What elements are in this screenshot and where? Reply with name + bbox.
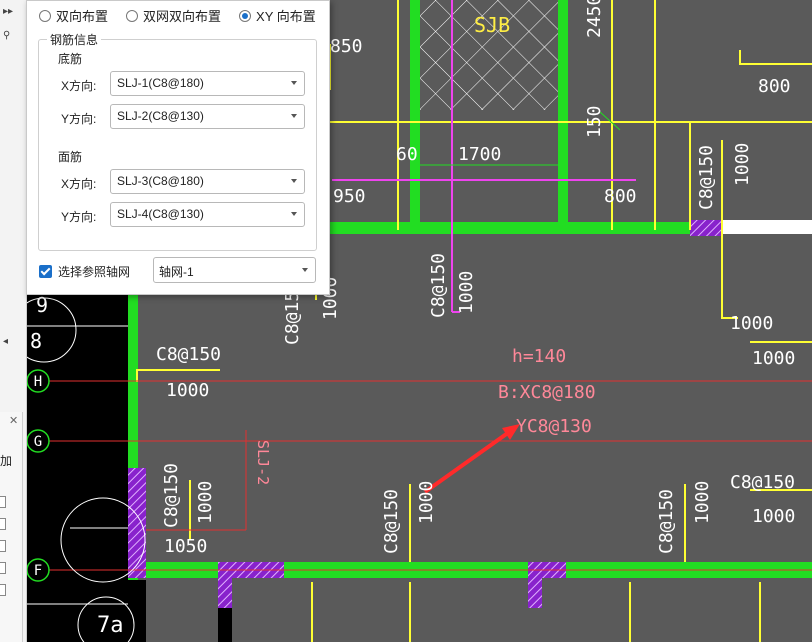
bottom-y-label: Y方向:: [61, 112, 97, 126]
rebar-rotated-label: SLJ-2: [254, 440, 272, 485]
rebar-c8150-h: C8@150: [381, 489, 402, 554]
dim-1000-a: 1000: [732, 143, 753, 186]
dim-950: 950: [333, 186, 366, 207]
rebar-info-group: 钢筋信息 底筋 X方向: SLJ-1(C8@180) Y方向: SLJ-2(C8…: [38, 31, 317, 251]
top-x-select[interactable]: SLJ-3(C8@180): [110, 169, 305, 194]
axis-ref-checkbox[interactable]: 选择参照轴网: [39, 263, 130, 280]
dropdown-arrow-icon: [302, 268, 308, 272]
dropdown-arrow-icon: [291, 81, 297, 85]
radio-double-net[interactable]: 双网双向布置: [126, 6, 221, 25]
svg-text:H: H: [34, 374, 42, 390]
bottom-x-value: SLJ-1(C8@180): [117, 76, 204, 90]
radio-xy[interactable]: XY 向布置: [239, 6, 316, 25]
svg-text:G: G: [34, 434, 42, 450]
list-checkbox[interactable]: [0, 496, 6, 508]
axis-number-7a: 7a: [97, 613, 124, 638]
search-icon[interactable]: ⚲: [3, 30, 10, 41]
top-rebar-label: 面筋: [58, 150, 83, 164]
wall-white-seg: [722, 220, 812, 234]
slab-bottom-x: B:XC8@180: [498, 382, 596, 403]
room-label-sjb: SJB: [474, 13, 510, 37]
slab-rebar-dialog: 双向布置 双网双向布置 XY 向布置 钢筋信息 底筋 X方向: SLJ-1(C8…: [26, 0, 330, 295]
dropdown-arrow-icon: [291, 212, 297, 216]
rebar-c8150-b: C8@150: [428, 253, 449, 318]
dim-2450: 2450: [584, 0, 605, 38]
radio-double-net-label: 双网双向布置: [143, 9, 222, 24]
svg-text:F: F: [34, 563, 42, 579]
radio-selected-icon: [239, 9, 252, 22]
bottom-x-select[interactable]: SLJ-1(C8@180): [110, 71, 305, 96]
slab-region-lower: [146, 580, 812, 642]
dim-1000-e: 1000: [166, 380, 209, 401]
dim-800: 800: [604, 186, 637, 207]
top-x-label: X方向:: [61, 177, 97, 191]
axis-bubble-G: G: [26, 429, 50, 453]
axis-grid-select[interactable]: 轴网-1: [153, 257, 316, 283]
radio-two-way-label: 双向布置: [56, 9, 109, 24]
slab-bottom-y: YC8@130: [516, 416, 592, 437]
bottom-rebar-label: 底筋: [58, 52, 83, 66]
dim-1700: 1700: [458, 144, 501, 165]
top-y-value: SLJ-4(C8@130): [117, 207, 204, 221]
radio-xy-label: XY 向布置: [256, 9, 316, 24]
rebar-c8150-e: C8@150: [156, 344, 221, 365]
slab-thickness: h=140: [512, 346, 566, 367]
dropdown-arrow-icon: [291, 179, 297, 183]
radio-two-way[interactable]: 双向布置: [39, 6, 108, 25]
dim-150: 150: [584, 105, 605, 138]
dim-1000-d: 1000: [752, 348, 795, 369]
dim-800-top: 800: [758, 76, 791, 97]
top-x-value: SLJ-3(C8@180): [117, 174, 204, 188]
dropdown-arrow-icon: [291, 114, 297, 118]
top-y-label: Y方向:: [61, 210, 97, 224]
close-icon[interactable]: ✕: [9, 414, 18, 427]
dim-1000-i: 1000: [692, 481, 713, 524]
bottom-y-select[interactable]: SLJ-2(C8@130): [110, 104, 305, 129]
bottom-y-value: SLJ-2(C8@130): [117, 109, 204, 123]
axis-ref-label: 选择参照轴网: [58, 265, 131, 279]
list-checkbox[interactable]: [0, 584, 6, 596]
dim-1000-f: 1000: [752, 506, 795, 527]
rebar-c8150-i: C8@150: [656, 489, 677, 554]
axis-bubble-F: F: [26, 558, 50, 582]
list-checkbox[interactable]: [0, 518, 6, 530]
add-label[interactable]: 加: [0, 452, 12, 469]
checkbox-checked-icon: [39, 265, 52, 278]
rebar-c8150-g: C8@150: [161, 463, 182, 528]
expand-arrow-icon[interactable]: ▸▸: [3, 6, 13, 17]
axis-number-9: 9: [36, 293, 48, 317]
rebar-c8150-a: C8@150: [696, 145, 717, 210]
layout-radio-group: 双向布置 双网双向布置 XY 向布置: [39, 6, 316, 25]
dim-850: 850: [330, 36, 363, 57]
dim-60: 60: [396, 144, 418, 165]
dim-1000-b: 1000: [456, 271, 477, 314]
rebar-info-title: 钢筋信息: [47, 31, 102, 48]
left-subpanel: ✕ 加: [0, 412, 23, 642]
rebar-c8150-f: C8@150: [730, 472, 795, 493]
top-y-select[interactable]: SLJ-4(C8@130): [110, 202, 305, 227]
bottom-x-label: X方向:: [61, 79, 97, 93]
axis-grid-value: 轴网-1: [159, 265, 194, 279]
dim-1050: 1050: [164, 536, 207, 557]
dim-1000-g: 1000: [195, 481, 216, 524]
radio-button-icon: [39, 9, 51, 22]
list-checkbox[interactable]: [0, 540, 6, 552]
dim-1000-h: 1000: [416, 481, 437, 524]
collapse-arrow-icon[interactable]: ◂: [3, 336, 8, 347]
radio-button-icon: [126, 9, 139, 22]
rebar-c8150-d: 1000: [730, 313, 773, 334]
axis-number-8: 8: [30, 329, 42, 353]
axis-bubble-H: H: [26, 369, 50, 393]
list-checkbox[interactable]: [0, 562, 6, 574]
